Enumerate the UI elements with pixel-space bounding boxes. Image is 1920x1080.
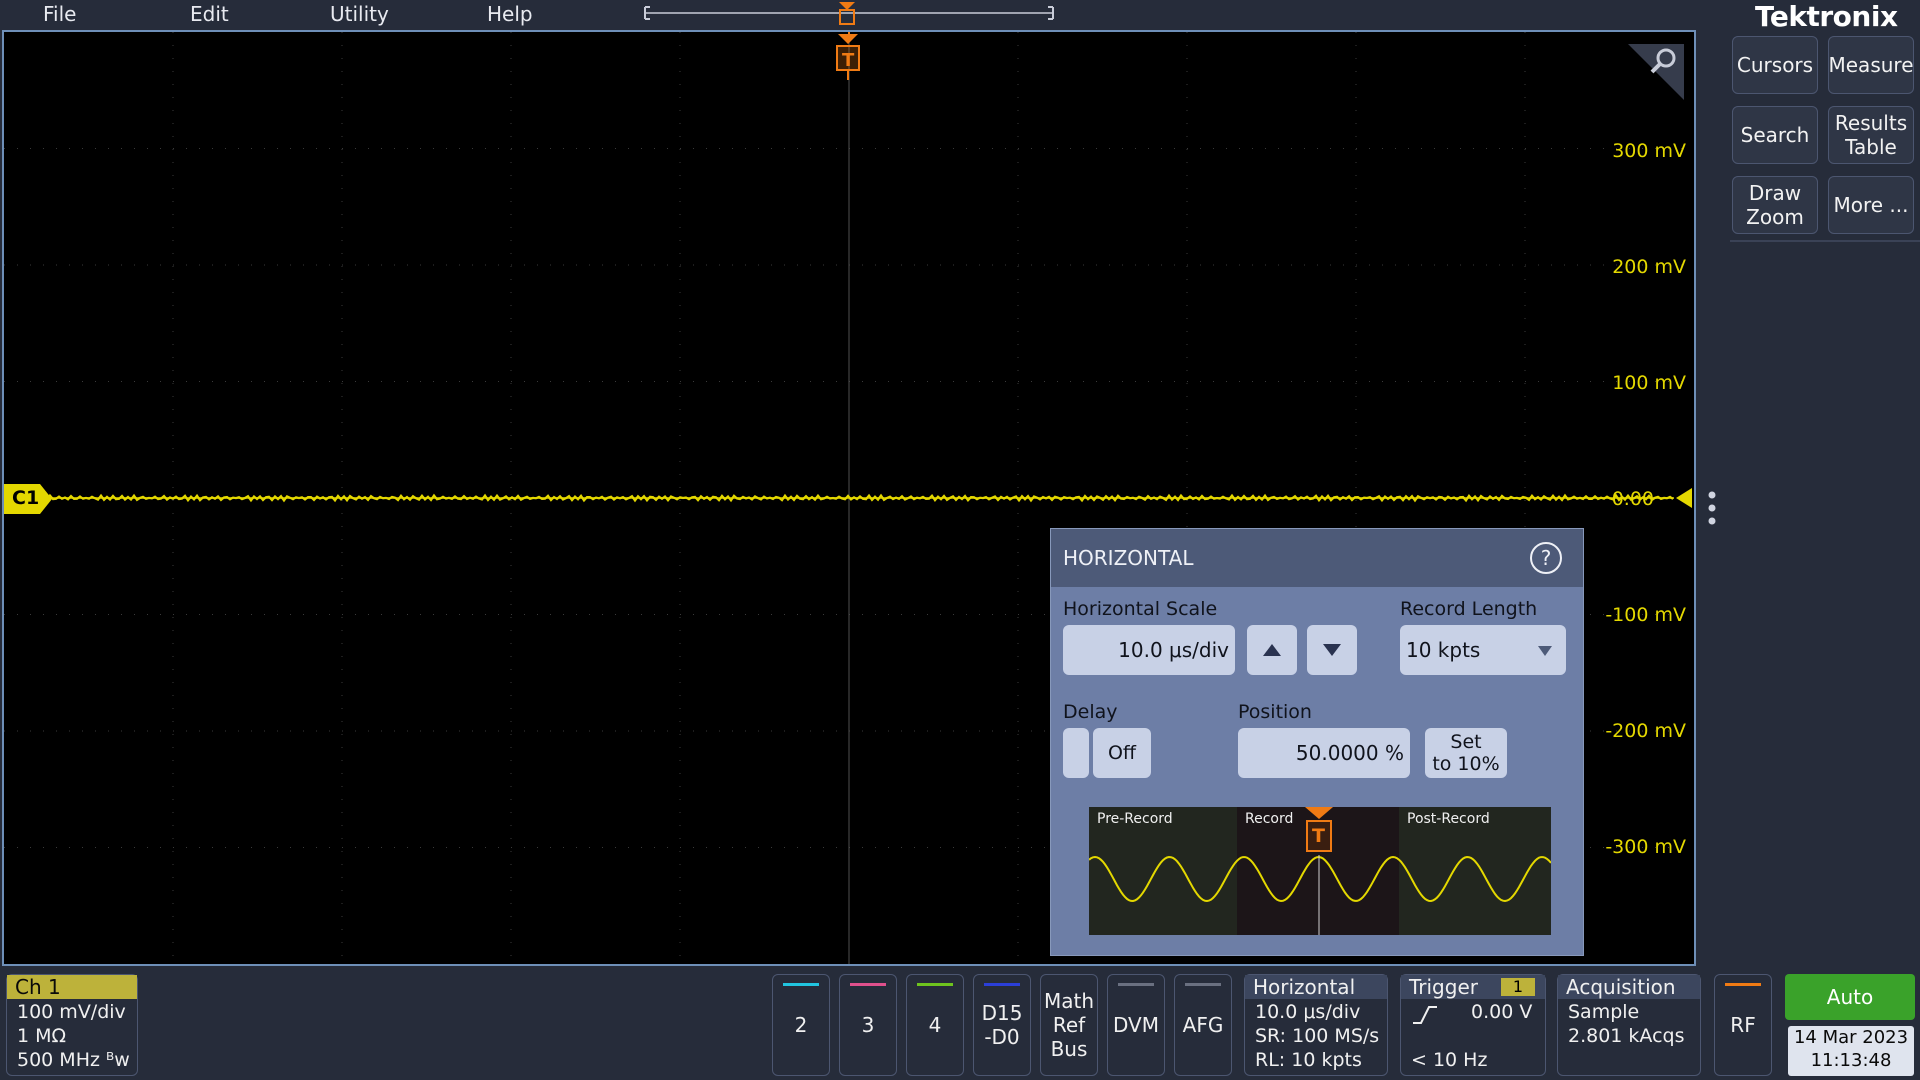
channel-4-label: 4	[928, 1013, 942, 1037]
digital-channels-label: D15 -D0	[981, 1001, 1023, 1049]
voltage-label: -100 mV	[1605, 604, 1686, 626]
more-button[interactable]: More ...	[1828, 176, 1914, 234]
menu-file[interactable]: File	[43, 0, 76, 30]
results-bar: Cursors Measure Search Results Table Dra…	[1730, 30, 1920, 966]
trigger-frequency: < 10 Hz	[1411, 1049, 1488, 1071]
channel-4-button[interactable]: 4	[906, 974, 964, 1076]
voltage-label: 300 mV	[1612, 140, 1686, 162]
afg-label: AFG	[1182, 1013, 1224, 1037]
record-trigger-icon	[839, 2, 855, 25]
acquisition-count: 2.801 kAcqs	[1568, 1025, 1685, 1047]
acquisition-badge-head: Acquisition	[1558, 975, 1700, 999]
math-ref-bus-label: Math Ref Bus	[1043, 989, 1095, 1061]
voltage-label: 100 mV	[1612, 372, 1686, 394]
chevron-down-icon	[1538, 646, 1552, 656]
results-table-button[interactable]: Results Table	[1828, 106, 1914, 164]
delay-toggle[interactable]	[1063, 728, 1089, 778]
channel-1-badge-head: Ch 1	[7, 975, 137, 999]
dialog-title: HORIZONTAL	[1063, 546, 1194, 570]
zoom-magnifier-icon[interactable]	[1628, 44, 1684, 100]
trigger-marker-label: T	[842, 50, 855, 71]
horizontal-scale-label: Horizontal Scale	[1063, 598, 1218, 620]
horizontal-badge[interactable]: Horizontal 10.0 μs/div SR: 100 MS/s RL: …	[1244, 974, 1388, 1076]
draw-zoom-button[interactable]: Draw Zoom	[1732, 176, 1818, 234]
voltage-label: 200 mV	[1612, 256, 1686, 278]
pre-record-label: Pre-Record	[1097, 811, 1173, 827]
triangle-down-icon	[1323, 644, 1341, 656]
delay-off-button[interactable]: Off	[1093, 728, 1151, 778]
record-length-select[interactable]: 10 kpts	[1400, 625, 1566, 675]
menu-utility[interactable]: Utility	[330, 0, 389, 30]
position-field[interactable]: 50.0000 %	[1238, 728, 1410, 778]
brand-logo: Tektronix	[1755, 0, 1898, 33]
record-label: Record	[1245, 811, 1294, 827]
scale-down-button[interactable]	[1307, 625, 1357, 675]
panel-resize-handle-icon[interactable]	[1704, 490, 1720, 526]
voltage-label: -300 mV	[1605, 836, 1686, 858]
rising-edge-icon	[1413, 1006, 1437, 1024]
scale-up-button[interactable]	[1247, 625, 1297, 675]
rf-button[interactable]: RF	[1714, 974, 1772, 1076]
horizontal-scale-field[interactable]: 10.0 μs/div	[1063, 625, 1235, 675]
cursors-button[interactable]: Cursors	[1732, 36, 1818, 94]
trigger-mode-auto-button[interactable]: Auto	[1785, 974, 1915, 1020]
time-readout: 11:13:48	[1810, 1050, 1892, 1071]
record-length-label: Record Length	[1400, 598, 1538, 620]
channel-1-badge[interactable]: Ch 1 100 mV/div 1 MΩ 500 MHz ᴮw	[6, 974, 138, 1076]
set-to-10-button[interactable]: Set to 10%	[1425, 728, 1507, 778]
ch1-scale: 100 mV/div	[17, 1001, 126, 1023]
sample-rate-readout: SR: 100 MS/s	[1255, 1025, 1380, 1047]
acquisition-badge[interactable]: Acquisition Sample 2.801 kAcqs	[1557, 974, 1701, 1076]
channel-2-button[interactable]: 2	[772, 974, 830, 1076]
channel-2-label: 2	[794, 1013, 808, 1037]
voltage-label: -200 mV	[1605, 720, 1686, 742]
record-diagram: Pre-Record Record Post-Record T	[1088, 807, 1552, 935]
dvm-button[interactable]: DVM	[1107, 974, 1165, 1076]
channel-3-label: 3	[861, 1013, 875, 1037]
trigger-level: 0.00 V	[1471, 1001, 1533, 1023]
menu-edit[interactable]: Edit	[190, 0, 229, 30]
search-button[interactable]: Search	[1732, 106, 1818, 164]
measure-button[interactable]: Measure	[1828, 36, 1914, 94]
delay-label: Delay	[1063, 701, 1118, 723]
menu-help[interactable]: Help	[487, 0, 533, 30]
ch1-impedance: 1 MΩ	[17, 1025, 67, 1047]
channel-1-marker-label: C1	[12, 487, 40, 509]
triangle-up-icon	[1263, 644, 1281, 656]
channel-3-button[interactable]: 3	[839, 974, 897, 1076]
svg-text:?: ?	[1541, 546, 1552, 570]
date-readout: 14 Mar 2023	[1793, 1027, 1909, 1048]
horizontal-badge-head: Horizontal	[1245, 975, 1387, 999]
channel-1-level-arrow	[1676, 488, 1692, 508]
acquisition-mode: Sample	[1568, 1001, 1640, 1023]
horizontal-dialog: HORIZONTAL ? Horizontal Scale 10.0 μs/di…	[1050, 528, 1584, 956]
dvm-label: DVM	[1113, 1013, 1159, 1037]
digital-channels-button[interactable]: D15 -D0	[973, 974, 1031, 1076]
math-ref-bus-button[interactable]: Math Ref Bus	[1040, 974, 1098, 1076]
record-length-value: 10 kpts	[1406, 638, 1481, 662]
rf-label: RF	[1730, 1013, 1756, 1037]
help-icon[interactable]: ?	[1529, 541, 1563, 575]
panel-divider	[1730, 240, 1920, 242]
record-length-readout: RL: 10 kpts	[1255, 1049, 1362, 1071]
afg-button[interactable]: AFG	[1174, 974, 1232, 1076]
post-record-label: Post-Record	[1407, 811, 1490, 827]
diagram-trigger-label: T	[1312, 825, 1325, 847]
datetime-display[interactable]: 14 Mar 2023 11:13:48	[1788, 1026, 1914, 1076]
trigger-source: 1	[1501, 978, 1535, 996]
voltage-label: 0.00	[1611, 488, 1654, 510]
horizontal-scale-readout: 10.0 μs/div	[1255, 1001, 1361, 1023]
trigger-badge[interactable]: Trigger 1 0.00 V < 10 Hz	[1400, 974, 1546, 1076]
ch1-bandwidth: 500 MHz ᴮw	[17, 1049, 130, 1071]
position-label: Position	[1238, 701, 1312, 723]
